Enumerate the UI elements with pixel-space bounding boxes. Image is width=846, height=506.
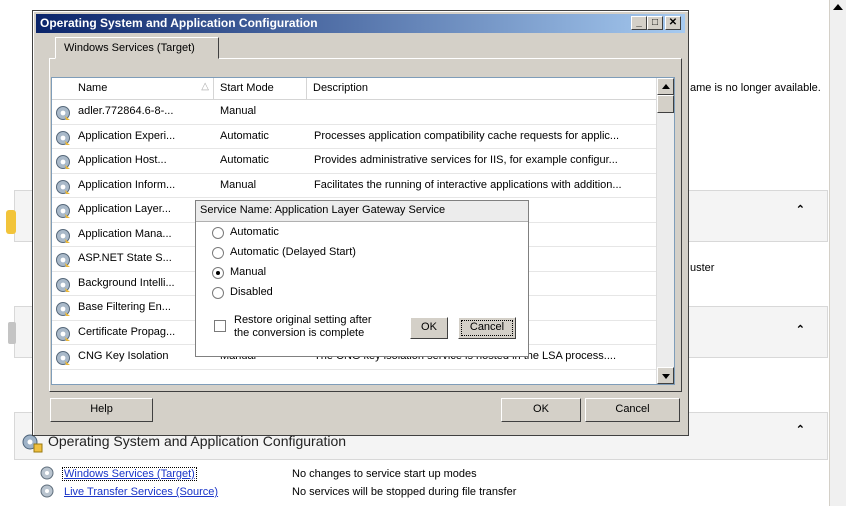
restore-original-checkbox[interactable] (214, 320, 226, 332)
service-gear-icon (55, 154, 71, 170)
radio-circle-icon (212, 287, 224, 299)
link-windows-services[interactable]: Windows Services (Target) (62, 467, 197, 481)
service-name: Application Mana... (78, 227, 172, 240)
dialog-title: Operating System and Application Configu… (40, 16, 318, 30)
service-name: Application Host... (78, 154, 167, 166)
column-header-name[interactable]: Name △ (52, 78, 214, 99)
service-start-mode: Automatic (220, 154, 269, 166)
radio-automatic-delayed[interactable]: Automatic (Delayed Start) (212, 246, 432, 262)
service-name: Background Intelli... (78, 276, 175, 289)
service-gear-icon (55, 277, 71, 293)
collapse-chevron-icon[interactable]: ⌃ (796, 203, 805, 216)
service-start-mode: Manual (220, 178, 257, 191)
collapse-chevron-icon[interactable]: ⌃ (796, 323, 805, 336)
service-name: CNG Key Isolation (78, 350, 169, 362)
help-button[interactable]: Help (50, 398, 153, 422)
popup-title: Service Name: Application Layer Gateway … (196, 201, 528, 222)
service-description: Processes application compatibility cach… (314, 129, 620, 142)
service-name: Base Filtering En... (78, 301, 171, 313)
service-gear-icon (55, 301, 71, 317)
tab-windows-services-target[interactable]: Windows Services (Target) (55, 37, 219, 59)
service-gear-icon (55, 130, 71, 146)
radio-manual[interactable]: Manual (212, 266, 432, 282)
scroll-up-button[interactable] (657, 78, 674, 95)
arrow-down-icon (662, 374, 670, 379)
gear-icon (40, 466, 54, 480)
scroll-up-icon[interactable] (833, 4, 843, 10)
service-gear-icon (55, 105, 71, 121)
live-transfer-desc: No services will be stopped during file … (292, 486, 517, 498)
service-gear-icon (55, 350, 71, 366)
restore-original-label: Restore original setting after the conve… (234, 314, 372, 340)
radio-label: Automatic (Delayed Start) (230, 246, 356, 258)
gear-icon (40, 484, 54, 498)
column-name-label: Name (78, 82, 108, 94)
radio-circle-icon (212, 247, 224, 259)
link-live-transfer-services[interactable]: Live Transfer Services (Source) (64, 486, 218, 498)
service-description: Facilitates the running of interactive a… (314, 178, 622, 191)
background-scrollbar[interactable] (829, 0, 846, 506)
service-name: Certificate Propag... (78, 325, 176, 338)
folder-icon (6, 210, 16, 234)
service-description: Provides administrative services for IIS… (314, 154, 618, 166)
service-name: adler.772864.6-8-... (78, 105, 174, 117)
device-icon (8, 322, 16, 344)
radio-automatic[interactable]: Automatic (212, 226, 432, 242)
table-row[interactable]: Application Host... Automatic Provides adm… (52, 149, 656, 174)
dialog-titlebar[interactable]: Operating System and Application Configu… (36, 14, 685, 33)
minimize-button[interactable]: _ (631, 16, 647, 30)
maximize-button[interactable]: □ (647, 16, 663, 30)
service-name: ASP.NET State S... (78, 252, 172, 264)
column-header-start-mode[interactable]: Start Mode (214, 78, 307, 99)
scroll-down-button[interactable] (657, 367, 674, 384)
service-startup-popup: Service Name: Application Layer Gateway … (195, 200, 529, 357)
table-row[interactable]: Application Inform... Manual Facilitates t… (52, 174, 656, 198)
column-header-description[interactable]: Description (307, 78, 656, 99)
close-button[interactable]: ✕ (665, 16, 681, 30)
service-gear-icon (55, 252, 71, 268)
radio-label: Manual (230, 266, 267, 278)
radio-label: Disabled (230, 286, 273, 298)
scroll-thumb[interactable] (657, 95, 674, 113)
cancel-button[interactable]: Cancel (585, 398, 680, 422)
restore-label-line2: the conversion is complete (234, 327, 365, 339)
collapse-chevron-icon[interactable]: ⌃ (796, 423, 805, 436)
radio-selected-icon (212, 267, 224, 279)
background-partial-text: ame is no longer available. (690, 82, 821, 94)
list-scrollbar[interactable] (656, 78, 674, 384)
background-partial-text-2: uster (690, 262, 715, 274)
service-gear-icon (55, 179, 71, 195)
radio-disabled[interactable]: Disabled (212, 286, 432, 302)
service-name: Application Inform... (78, 178, 176, 191)
service-name: Application Experi... (78, 129, 176, 142)
service-start-mode: Automatic (220, 129, 269, 142)
service-name: Application Layer... (78, 203, 171, 215)
list-header: Name △ Start Mode Description (52, 78, 656, 100)
windows-services-desc: No changes to service start up modes (292, 468, 477, 480)
ok-button[interactable]: OK (501, 398, 581, 422)
radio-circle-icon (212, 227, 224, 239)
service-gear-icon (55, 203, 71, 219)
table-row[interactable]: adler.772864.6-8-... Manual (52, 100, 656, 125)
popup-cancel-button[interactable]: Cancel (458, 317, 516, 339)
table-row[interactable]: Application Experi... Automatic Processes … (52, 125, 656, 149)
service-start-mode: Manual (220, 105, 257, 117)
service-gear-icon (55, 228, 71, 244)
popup-ok-button[interactable]: OK (410, 317, 448, 339)
service-gear-icon (55, 326, 71, 342)
restore-label-line1: Restore original setting after (234, 314, 372, 326)
arrow-up-icon (662, 84, 670, 89)
sort-ascending-icon: △ (201, 81, 209, 92)
radio-label: Automatic (230, 226, 279, 238)
